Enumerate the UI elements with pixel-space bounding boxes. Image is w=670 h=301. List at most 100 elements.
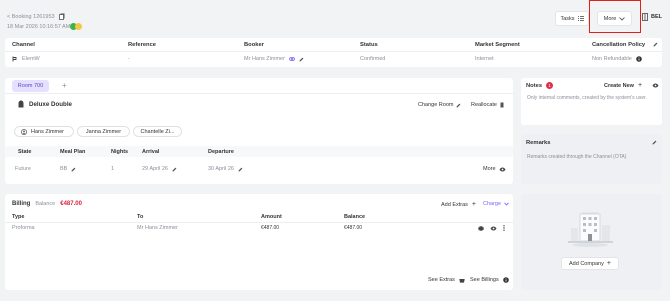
see-extras-button[interactable]: See Extras <box>428 277 465 283</box>
add-extras-button[interactable]: Add Extras + <box>441 201 476 208</box>
change-room-button[interactable]: Change Room <box>418 102 461 108</box>
chevron-down-icon <box>504 202 509 206</box>
company-card: Add Company + <box>521 194 662 290</box>
channel-cell: ElemW <box>12 56 40 62</box>
status-dots <box>70 23 82 30</box>
tasks-button[interactable]: Tasks <box>555 11 589 26</box>
booking-summary: Channel Reference Booker Status Market S… <box>5 38 662 67</box>
breadcrumb[interactable]: < Booking 1261953 <box>7 13 65 20</box>
room-icon <box>18 100 24 108</box>
add-room-tab-button[interactable]: + <box>62 81 67 90</box>
billing-to: Mr Hans Zimmer <box>137 225 178 231</box>
billing-type: Proforma <box>12 225 35 231</box>
stay-more-label: More <box>483 166 496 172</box>
status-value: Confirmed <box>360 56 386 62</box>
col-arrival: Arrival <box>142 149 160 155</box>
col-cancellation-policy: Cancellation Policy <box>592 42 646 48</box>
see-billings-label: See Billings <box>470 277 499 283</box>
reference-value: - <box>128 56 130 62</box>
balance-value: €487.00 <box>60 201 82 207</box>
meal-plan-value: BB <box>60 166 68 172</box>
billing-info-icon <box>502 277 509 283</box>
pencil-icon[interactable] <box>652 140 657 145</box>
col-balance: Balance <box>344 214 366 220</box>
col-type: Type <box>12 214 25 220</box>
link-icon[interactable] <box>289 56 295 62</box>
col-to: To <box>137 214 144 220</box>
pencil-icon <box>456 103 461 108</box>
list-icon <box>577 16 584 21</box>
user-menu[interactable]: BEL <box>642 13 662 21</box>
tab-room-700[interactable]: Room 700 <box>12 80 49 92</box>
booker-value[interactable]: Mr Hans Zimmer <box>244 56 285 62</box>
divider <box>5 51 662 52</box>
guest-chip-janna[interactable]: Janna Zimmer <box>77 126 130 137</box>
see-extras-label: See Extras <box>428 277 455 283</box>
col-reference: Reference <box>128 42 157 48</box>
building-illustration-icon <box>568 212 613 248</box>
cancellation-cell: Non Refundable <box>592 56 642 62</box>
room-card: Room 700 + Deluxe Double Change Room Rea… <box>5 78 513 184</box>
tasks-label: Tasks <box>560 15 575 22</box>
charge-button[interactable]: Charge <box>483 201 509 207</box>
pencil-icon[interactable] <box>299 57 304 62</box>
create-new-label: Create New <box>604 82 634 89</box>
billing-card: Billing Balance €487.00 Add Extras + Cha… <box>5 194 513 290</box>
col-nights: Nights <box>111 149 129 155</box>
add-company-button[interactable]: Add Company + <box>561 257 619 270</box>
pencil-icon[interactable] <box>238 167 243 172</box>
eye-icon[interactable] <box>652 83 659 88</box>
col-amount: Amount <box>261 214 282 220</box>
user-label: BEL <box>651 14 662 20</box>
notes-text: Only internal comments, created by the s… <box>527 95 647 101</box>
col-booker: Booker <box>244 42 264 48</box>
user-icon <box>21 128 27 135</box>
billing-header: Billing Balance €487.00 <box>12 201 82 207</box>
arrival-value: 29 April 26 <box>142 166 168 172</box>
guest-chip-chantelle[interactable]: Chantelle Zi... <box>133 126 182 137</box>
pencil-icon[interactable] <box>172 167 177 172</box>
charge-label: Charge <box>483 201 502 207</box>
remarks-card: Remarks Remarks created through the Chan… <box>521 134 662 184</box>
col-status: Status <box>360 42 378 48</box>
kebab-menu-icon[interactable] <box>503 225 505 231</box>
balance-label: Balance <box>35 201 56 207</box>
guest-name: Chantelle Zi... <box>140 128 175 135</box>
plus-icon: + <box>637 82 643 89</box>
nights-value: 1 <box>111 166 115 172</box>
col-channel: Channel <box>12 42 35 48</box>
notes-card: Notes 1 Create New + Only internal comme… <box>521 78 662 125</box>
eye-icon[interactable] <box>490 226 497 231</box>
booking-datetime: 18 Mar 2026 10:16:57 AM <box>7 24 71 30</box>
stay-more-button[interactable]: More <box>483 166 506 172</box>
guest-chip-hans[interactable]: Hans Zimmer <box>14 126 74 137</box>
basket-icon <box>459 278 465 283</box>
breadcrumb-label[interactable]: < Booking 1261953 <box>7 14 55 20</box>
billing-row-actions <box>478 225 505 231</box>
notes-title: Notes <box>526 82 543 89</box>
remarks-text: Remarks created through the Channel (OTA… <box>527 154 627 160</box>
yellow-status-dot <box>75 23 82 30</box>
pencil-icon[interactable] <box>71 167 76 172</box>
reallocate-button[interactable]: Reallocate <box>471 102 504 108</box>
departure-cell: 30 April 26 <box>208 166 243 172</box>
create-note-button[interactable]: Create New + <box>604 82 642 89</box>
copy-icon[interactable] <box>58 13 65 20</box>
col-departure: Departure <box>208 149 234 155</box>
highlight-box <box>589 0 641 33</box>
info-icon[interactable] <box>635 56 642 62</box>
print-icon[interactable] <box>478 225 484 231</box>
guest-name: Janna Zimmer <box>85 128 122 135</box>
col-market-segment: Market Segment <box>475 42 520 48</box>
eye-icon <box>499 167 506 172</box>
col-state: State <box>18 149 32 155</box>
add-extras-label: Add Extras <box>441 201 468 208</box>
see-billings-button[interactable]: See Billings <box>470 277 509 283</box>
plus-icon: + <box>606 260 611 267</box>
reallocate-label: Reallocate <box>471 102 497 108</box>
stay-state: Future <box>15 166 31 172</box>
cancellation-policy-value: Non Refundable <box>592 56 632 62</box>
pencil-icon[interactable] <box>653 42 658 47</box>
billing-amount: €487.00 <box>261 225 280 231</box>
divider <box>5 93 513 94</box>
